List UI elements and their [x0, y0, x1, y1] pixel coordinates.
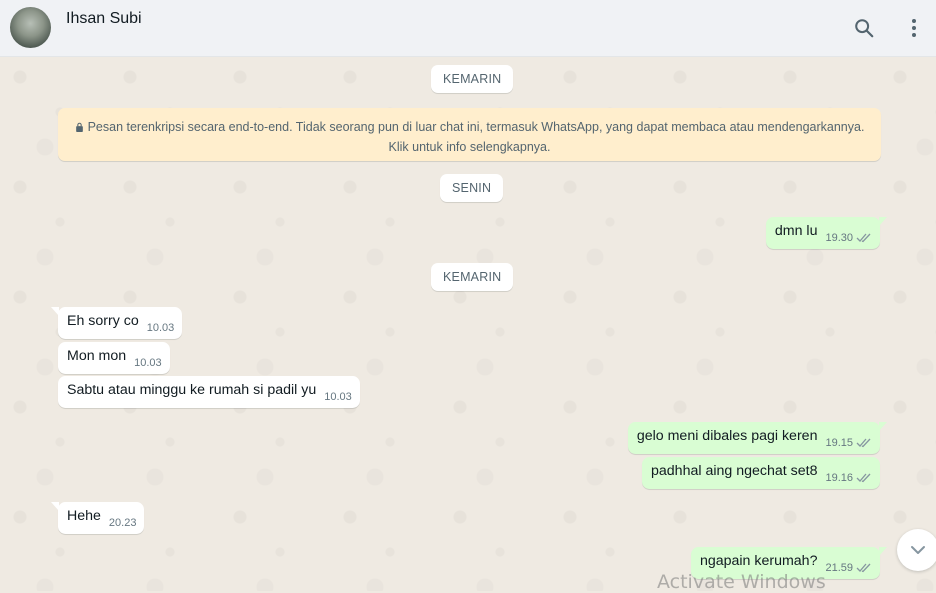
message-bubble-outgoing[interactable]: dmn lu 19.30: [765, 217, 887, 249]
message-time: 10.03: [324, 391, 352, 403]
chat-header: Ihsan Subi: [0, 0, 936, 57]
message-bubble-incoming[interactable]: Sabtu atau minggu ke rumah si padil yu 1…: [58, 376, 360, 408]
bubble-tail: [879, 422, 887, 431]
double-check-icon: [856, 473, 871, 483]
search-icon[interactable]: [850, 14, 878, 42]
notice-link[interactable]: Klik untuk info selengkapnya.: [58, 137, 881, 157]
bubble-tail: [879, 217, 887, 226]
message-time: 19.15: [825, 437, 853, 449]
message-bubble-incoming[interactable]: Mon mon 10.03: [58, 342, 170, 374]
message-text: dmn lu: [774, 222, 818, 239]
message-time: 21.59: [825, 562, 853, 574]
message-bubble-incoming[interactable]: Eh sorry co 10.03: [51, 307, 183, 339]
activate-windows-watermark: Activate Windows: [657, 571, 826, 593]
date-chip: SENIN: [440, 174, 504, 202]
message-time: 19.30: [825, 232, 853, 244]
message-bubble-outgoing[interactable]: padhhal aing ngechat set8 19.16: [642, 457, 880, 489]
notice-text: Pesan terenkripsi secara end-to-end. Tid…: [87, 120, 865, 134]
message-text: padhhal aing ngechat set8: [651, 462, 818, 479]
message-text: Sabtu atau minggu ke rumah si padil yu: [67, 381, 317, 398]
double-check-icon: [856, 438, 871, 448]
bubble-tail: [51, 502, 59, 511]
bubble-tail: [51, 307, 59, 316]
message-text: Eh sorry co: [67, 312, 139, 329]
message-time: 10.03: [146, 322, 175, 334]
message-text: Hehe: [67, 507, 101, 524]
contact-name[interactable]: Ihsan Subi: [66, 10, 142, 28]
double-check-icon: [856, 563, 871, 573]
lock-icon: [75, 122, 83, 132]
message-time: 10.03: [134, 357, 162, 369]
date-chip: KEMARIN: [431, 263, 514, 291]
message-text: ngapain kerumah?: [699, 552, 818, 569]
message-time: 19.16: [825, 472, 853, 484]
encryption-notice[interactable]: Pesan terenkripsi secara end-to-end. Tid…: [58, 108, 881, 161]
chevron-down-icon: [911, 546, 925, 554]
bubble-tail: [879, 547, 887, 556]
message-text: gelo meni dibales pagi keren: [636, 427, 818, 444]
message-text: Mon mon: [67, 347, 127, 364]
double-check-icon: [856, 233, 871, 243]
avatar[interactable]: [10, 7, 51, 48]
message-bubble-incoming[interactable]: Hehe 20.23: [51, 502, 145, 534]
message-bubble-outgoing[interactable]: gelo meni dibales pagi keren 19.15: [627, 422, 887, 454]
menu-icon[interactable]: [900, 14, 928, 42]
scroll-down-button[interactable]: [897, 529, 936, 571]
date-chip: KEMARIN: [431, 65, 514, 93]
message-time: 20.23: [108, 517, 137, 529]
